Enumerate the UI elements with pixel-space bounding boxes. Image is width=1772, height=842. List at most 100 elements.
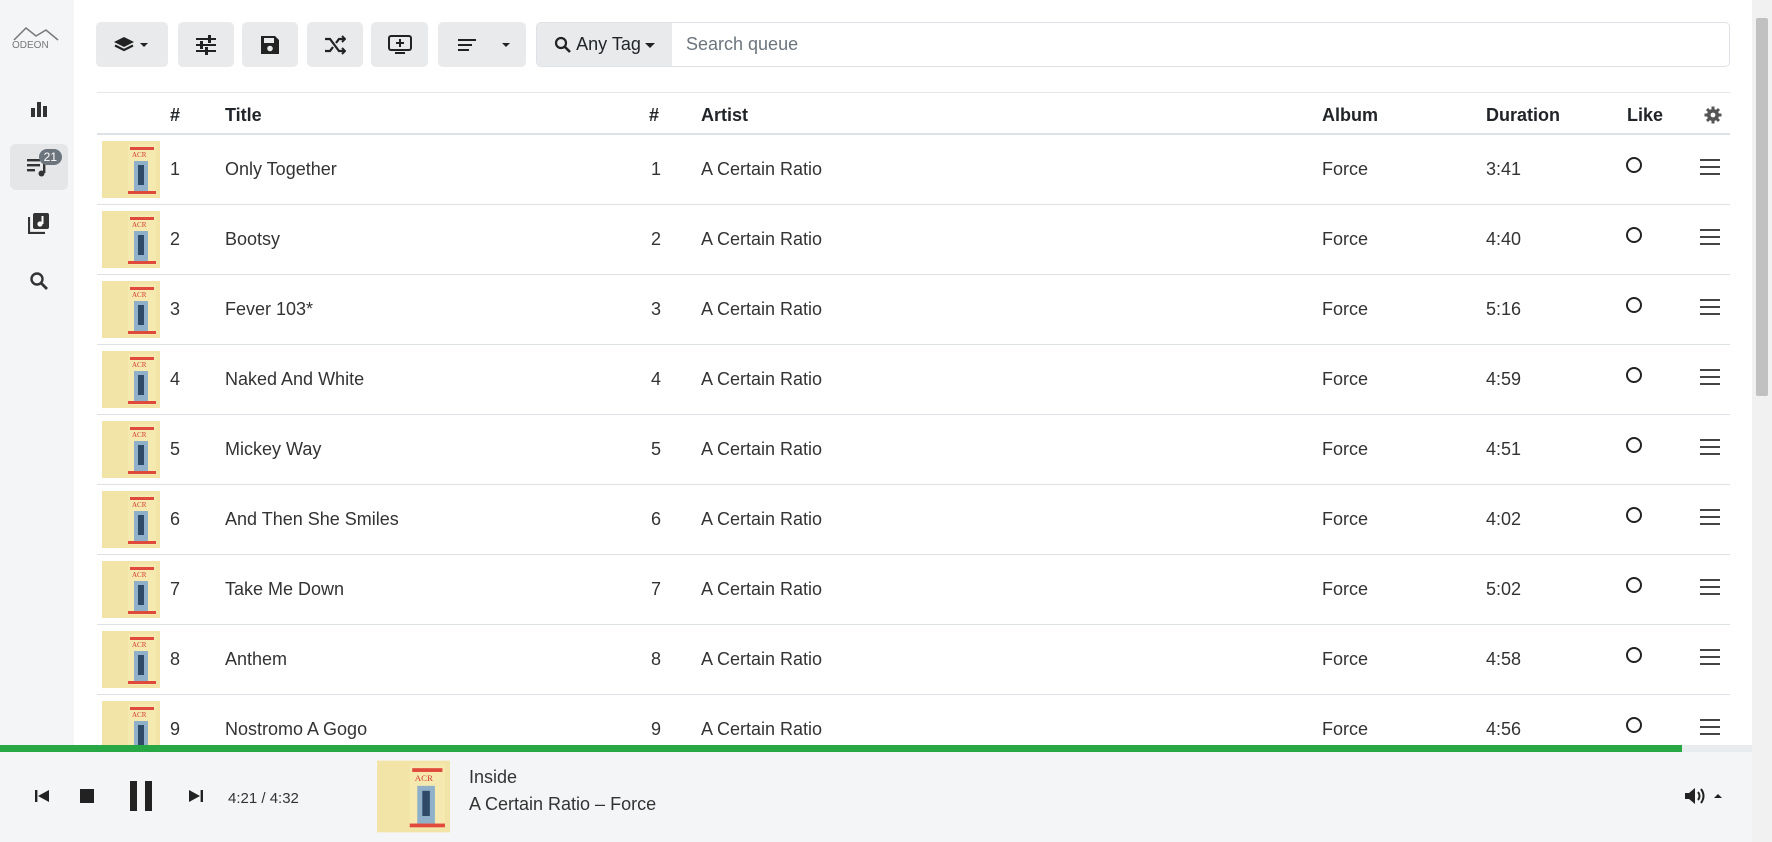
row-menu-icon[interactable] [1700, 159, 1720, 175]
row-position: 2 [170, 229, 181, 249]
row-artist[interactable]: A Certain Ratio [701, 369, 822, 390]
table-row[interactable]: ACR 3 Fever 103* 3 A Certain Ratio Force 5:16 [97, 275, 1730, 345]
mixer-button[interactable] [178, 22, 234, 67]
svg-text:ACR: ACR [132, 571, 147, 579]
screen-add-icon [387, 34, 412, 54]
sliders-icon [196, 34, 216, 55]
next-track-button[interactable] [184, 784, 208, 808]
like-toggle-icon[interactable] [1626, 297, 1642, 313]
stop-icon [80, 789, 94, 803]
tag-select-label: Any Tag [576, 34, 641, 54]
row-artist[interactable]: A Certain Ratio [701, 579, 822, 600]
row-artist[interactable]: A Certain Ratio [701, 439, 822, 460]
stop-button[interactable] [75, 784, 99, 808]
row-menu-icon[interactable] [1700, 299, 1720, 315]
row-menu-icon[interactable] [1700, 229, 1720, 245]
like-toggle-icon[interactable] [1626, 507, 1642, 523]
row-album[interactable]: Force [1322, 439, 1368, 460]
table-row[interactable]: ACR 8 Anthem 8 A Certain Ratio Force 4:58 [97, 625, 1730, 695]
now-playing-artist-album[interactable]: A Certain Ratio – Force [469, 794, 656, 815]
app-logo[interactable]: ODEON [10, 24, 62, 54]
like-toggle-icon[interactable] [1626, 227, 1642, 243]
sidebar-item-stats[interactable] [10, 86, 68, 132]
playback-progress-bar[interactable] [0, 745, 1752, 752]
svg-text:ACR: ACR [132, 431, 147, 439]
logo-text: ODEON [12, 40, 49, 51]
row-artist[interactable]: A Certain Ratio [701, 509, 822, 530]
sort-dropdown-button[interactable] [438, 22, 526, 67]
now-playing-title[interactable]: Inside [469, 767, 517, 788]
volume-button[interactable] [1684, 784, 1724, 808]
now-playing-cover-art[interactable]: ACR [377, 760, 450, 833]
row-menu-icon[interactable] [1700, 369, 1720, 385]
row-menu-icon[interactable] [1700, 579, 1720, 595]
scrollbar-thumb[interactable] [1756, 18, 1768, 396]
volume-icon [1685, 788, 1722, 804]
table-row[interactable]: ACR 9 Nostromo A Gogo 9 A Certain Ratio Force… [97, 695, 1730, 746]
pause-button[interactable] [124, 778, 158, 814]
like-toggle-icon[interactable] [1626, 647, 1642, 663]
table-row[interactable]: ACR 6 And Then She Smiles 6 A Certain Ratio F… [97, 485, 1730, 555]
svg-text:ACR: ACR [132, 711, 147, 719]
row-album[interactable]: Force [1322, 159, 1368, 180]
page-scrollbar[interactable] [1752, 0, 1772, 842]
row-menu-icon[interactable] [1700, 509, 1720, 525]
row-artist[interactable]: A Certain Ratio [701, 229, 822, 250]
col-header-title[interactable]: Title [225, 105, 262, 126]
row-duration: 4:56 [1486, 719, 1522, 739]
tag-select[interactable]: Any Tag [537, 23, 672, 66]
row-album[interactable]: Force [1322, 229, 1368, 250]
like-toggle-icon[interactable] [1626, 437, 1642, 453]
row-artist[interactable]: A Certain Ratio [701, 299, 822, 320]
col-header-pos[interactable]: # [170, 105, 180, 126]
row-title: Only Together [225, 159, 337, 179]
col-header-track[interactable]: # [649, 105, 659, 126]
row-artist[interactable]: A Certain Ratio [701, 159, 822, 180]
row-album[interactable]: Force [1322, 509, 1368, 530]
layers-dropdown-button[interactable] [96, 22, 168, 67]
row-album[interactable]: Force [1322, 719, 1368, 740]
like-toggle-icon[interactable] [1626, 717, 1642, 733]
row-album[interactable]: Force [1322, 579, 1368, 600]
search-queue-input[interactable] [672, 23, 1729, 66]
row-menu-icon[interactable] [1700, 719, 1720, 735]
queue-table: # Title # Artist Album Duration Like ACR… [97, 92, 1730, 746]
row-menu-icon[interactable] [1700, 649, 1720, 665]
svg-text:ACR: ACR [415, 773, 433, 783]
sidebar-item-library[interactable] [10, 200, 68, 246]
like-toggle-icon[interactable] [1626, 367, 1642, 383]
row-title: Mickey Way [225, 439, 322, 459]
like-toggle-icon[interactable] [1626, 577, 1642, 593]
column-settings-gear-icon[interactable] [1704, 106, 1722, 124]
col-header-like[interactable]: Like [1627, 105, 1663, 126]
row-artist[interactable]: A Certain Ratio [701, 649, 822, 670]
col-header-album[interactable]: Album [1322, 105, 1378, 126]
table-row[interactable]: ACR 4 Naked And White 4 A Certain Ratio Force… [97, 345, 1730, 415]
row-album[interactable]: Force [1322, 369, 1368, 390]
add-to-screen-button[interactable] [371, 22, 428, 67]
row-position: 5 [170, 439, 181, 459]
row-duration: 4:51 [1486, 439, 1522, 459]
row-menu-icon[interactable] [1700, 439, 1720, 455]
sidebar-item-search[interactable] [10, 258, 68, 304]
save-button[interactable] [242, 22, 298, 67]
col-header-artist[interactable]: Artist [701, 105, 748, 126]
album-cover-thumb: ACR [102, 211, 160, 268]
sidebar-item-queue[interactable]: 21 [10, 144, 68, 190]
row-track-number: 1 [651, 159, 662, 179]
table-row[interactable]: ACR 5 Mickey Way 5 A Certain Ratio Force 4:51 [97, 415, 1730, 485]
table-row[interactable]: ACR 1 Only Together 1 A Certain Ratio Force 3:… [97, 135, 1730, 205]
shuffle-button[interactable] [307, 22, 363, 67]
row-artist[interactable]: A Certain Ratio [701, 719, 822, 740]
row-album[interactable]: Force [1322, 649, 1368, 670]
album-cover-thumb: ACR [102, 141, 160, 198]
row-track-number: 7 [651, 579, 662, 599]
table-row[interactable]: ACR 7 Take Me Down 7 A Certain Ratio Force 5:0… [97, 555, 1730, 625]
row-album[interactable]: Force [1322, 299, 1368, 320]
previous-track-button[interactable] [30, 784, 54, 808]
row-duration: 4:58 [1486, 649, 1522, 669]
skip-previous-icon [35, 790, 49, 802]
like-toggle-icon[interactable] [1626, 157, 1642, 173]
table-row[interactable]: ACR 2 Bootsy 2 A Certain Ratio Force 4:40 [97, 205, 1730, 275]
col-header-duration[interactable]: Duration [1486, 105, 1560, 126]
